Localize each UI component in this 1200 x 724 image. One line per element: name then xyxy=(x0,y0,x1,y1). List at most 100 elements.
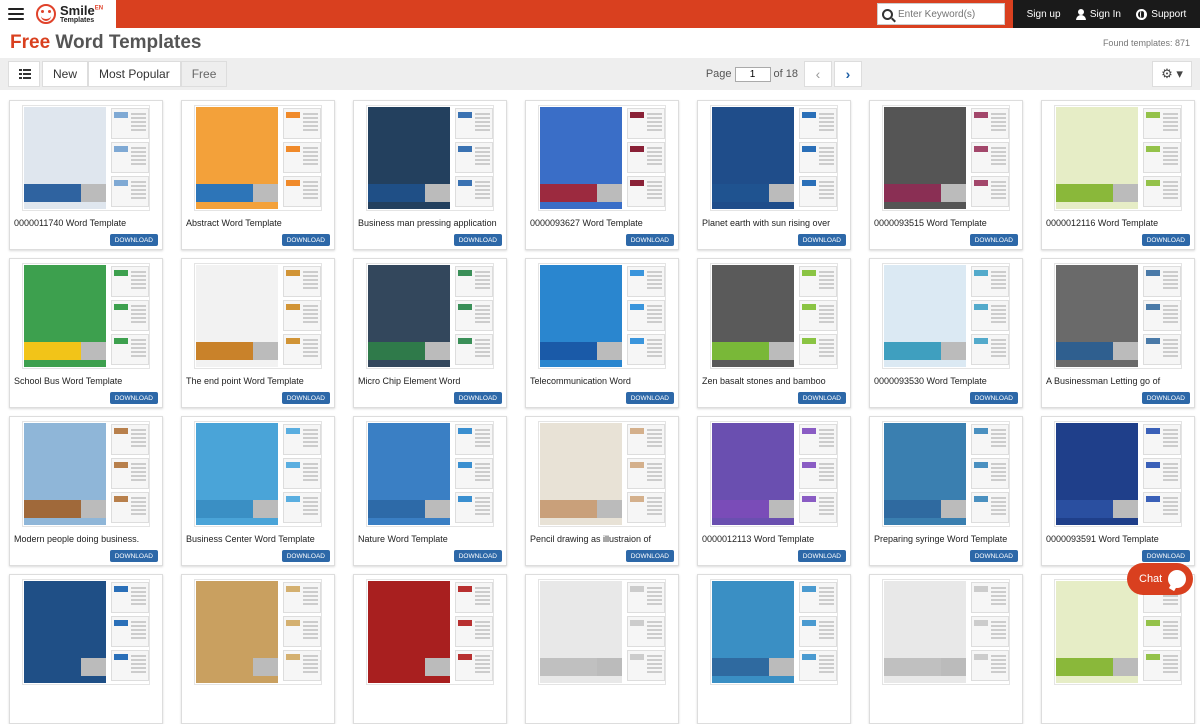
template-thumbnail[interactable] xyxy=(22,421,150,527)
template-thumbnail[interactable] xyxy=(538,263,666,369)
template-card[interactable]: Telecommunication Word DOWNLOAD xyxy=(525,258,679,408)
template-title[interactable]: Zen basalt stones and bamboo xyxy=(702,376,847,386)
template-card[interactable] xyxy=(697,574,851,724)
signup-link[interactable]: Sign up xyxy=(1027,9,1061,20)
grid-view-button[interactable] xyxy=(8,61,40,87)
template-card[interactable]: Planet earth with sun rising over DOWNLOA… xyxy=(697,100,851,250)
template-thumbnail[interactable] xyxy=(882,579,1010,685)
template-title[interactable]: A Businessman Letting go of xyxy=(1046,376,1191,386)
template-thumbnail[interactable] xyxy=(882,421,1010,527)
template-title[interactable]: Business man pressing application xyxy=(358,218,503,228)
template-title[interactable]: The end point Word Template xyxy=(186,376,331,386)
template-card[interactable]: Business Center Word Template DOWNLOAD xyxy=(181,416,335,566)
template-card[interactable]: 0000093627 Word Template DOWNLOAD xyxy=(525,100,679,250)
template-title[interactable]: Abstract Word Template xyxy=(186,218,331,228)
template-thumbnail[interactable] xyxy=(538,579,666,685)
template-card[interactable] xyxy=(1041,574,1195,724)
template-thumbnail[interactable] xyxy=(710,421,838,527)
template-card[interactable]: Abstract Word Template DOWNLOAD xyxy=(181,100,335,250)
template-thumbnail[interactable] xyxy=(710,263,838,369)
template-thumbnail[interactable] xyxy=(710,579,838,685)
download-button[interactable]: DOWNLOAD xyxy=(625,392,674,404)
tab-most-popular[interactable]: Most Popular xyxy=(88,61,181,87)
download-button[interactable]: DOWNLOAD xyxy=(797,234,846,246)
template-thumbnail[interactable] xyxy=(22,579,150,685)
template-card[interactable]: School Bus Word Template DOWNLOAD xyxy=(9,258,163,408)
support-link[interactable]: Support xyxy=(1136,8,1186,20)
template-thumbnail[interactable] xyxy=(1054,263,1182,369)
template-title[interactable]: Modern people doing business. xyxy=(14,534,159,544)
template-title[interactable]: 0000012116 Word Template xyxy=(1046,218,1191,228)
template-card[interactable]: Micro Chip Element Word DOWNLOAD xyxy=(353,258,507,408)
template-card[interactable]: A Businessman Letting go of DOWNLOAD xyxy=(1041,258,1195,408)
tab-free[interactable]: Free xyxy=(180,61,228,87)
template-card[interactable]: Zen basalt stones and bamboo DOWNLOAD xyxy=(697,258,851,408)
template-thumbnail[interactable] xyxy=(22,105,150,211)
template-card[interactable]: 0000093530 Word Template DOWNLOAD xyxy=(869,258,1023,408)
template-title[interactable]: 0000011740 Word Template xyxy=(14,218,159,228)
signin-link[interactable]: Sign In xyxy=(1075,8,1121,20)
template-card[interactable]: 0000093515 Word Template DOWNLOAD xyxy=(869,100,1023,250)
template-title[interactable]: 0000093627 Word Template xyxy=(530,218,675,228)
search-input[interactable] xyxy=(898,8,998,20)
template-card[interactable]: Modern people doing business. DOWNLOAD xyxy=(9,416,163,566)
download-button[interactable]: DOWNLOAD xyxy=(109,392,158,404)
template-thumbnail[interactable] xyxy=(882,105,1010,211)
chat-button[interactable]: Chat xyxy=(1127,563,1193,595)
template-title[interactable]: Telecommunication Word xyxy=(530,376,675,386)
template-title[interactable]: Planet earth with sun rising over xyxy=(702,218,847,228)
download-button[interactable]: DOWNLOAD xyxy=(453,392,502,404)
template-card[interactable]: 0000012116 Word Template DOWNLOAD xyxy=(1041,100,1195,250)
template-thumbnail[interactable] xyxy=(194,421,322,527)
download-button[interactable]: DOWNLOAD xyxy=(1141,392,1190,404)
template-card[interactable]: Preparing syringe Word Template DOWNLOAD xyxy=(869,416,1023,566)
download-button[interactable]: DOWNLOAD xyxy=(281,392,330,404)
template-thumbnail[interactable] xyxy=(366,579,494,685)
download-button[interactable]: DOWNLOAD xyxy=(969,392,1018,404)
prev-page-button[interactable]: ‹ xyxy=(804,61,832,87)
download-button[interactable]: DOWNLOAD xyxy=(1141,234,1190,246)
template-title[interactable]: Pencil drawing as illustraion of xyxy=(530,534,675,544)
download-button[interactable]: DOWNLOAD xyxy=(797,550,846,562)
template-card[interactable]: The end point Word Template DOWNLOAD xyxy=(181,258,335,408)
template-thumbnail[interactable] xyxy=(194,579,322,685)
template-thumbnail[interactable] xyxy=(366,421,494,527)
download-button[interactable]: DOWNLOAD xyxy=(453,234,502,246)
template-thumbnail[interactable] xyxy=(710,105,838,211)
template-title[interactable]: 0000093515 Word Template xyxy=(874,218,1019,228)
download-button[interactable]: DOWNLOAD xyxy=(109,550,158,562)
tab-new[interactable]: New xyxy=(42,61,89,87)
template-thumbnail[interactable] xyxy=(194,263,322,369)
template-title[interactable]: Nature Word Template xyxy=(358,534,503,544)
template-card[interactable] xyxy=(9,574,163,724)
template-thumbnail[interactable] xyxy=(366,263,494,369)
template-thumbnail[interactable] xyxy=(1054,105,1182,211)
download-button[interactable]: DOWNLOAD xyxy=(969,550,1018,562)
download-button[interactable]: DOWNLOAD xyxy=(797,392,846,404)
search-icon[interactable] xyxy=(882,8,893,20)
next-page-button[interactable]: › xyxy=(834,61,862,87)
site-logo[interactable]: SmileEN Templates xyxy=(36,0,103,28)
settings-gear-button[interactable]: ⚙ ▾ xyxy=(1152,61,1192,87)
template-thumbnail[interactable] xyxy=(194,105,322,211)
template-card[interactable] xyxy=(181,574,335,724)
download-button[interactable]: DOWNLOAD xyxy=(109,234,158,246)
template-thumbnail[interactable] xyxy=(538,105,666,211)
template-card[interactable]: Business man pressing application DOWNLOA… xyxy=(353,100,507,250)
search-box[interactable] xyxy=(877,3,1005,25)
template-title[interactable]: Micro Chip Element Word xyxy=(358,376,503,386)
template-thumbnail[interactable] xyxy=(366,105,494,211)
download-button[interactable]: DOWNLOAD xyxy=(969,234,1018,246)
template-card[interactable]: Nature Word Template DOWNLOAD xyxy=(353,416,507,566)
template-thumbnail[interactable] xyxy=(22,263,150,369)
download-button[interactable]: DOWNLOAD xyxy=(625,234,674,246)
template-card[interactable]: 0000011740 Word Template DOWNLOAD xyxy=(9,100,163,250)
template-thumbnail[interactable] xyxy=(1054,421,1182,527)
template-card[interactable] xyxy=(353,574,507,724)
template-card[interactable]: 0000012113 Word Template DOWNLOAD xyxy=(697,416,851,566)
template-thumbnail[interactable] xyxy=(882,263,1010,369)
template-thumbnail[interactable] xyxy=(538,421,666,527)
template-card[interactable] xyxy=(869,574,1023,724)
page-number-input[interactable] xyxy=(734,66,771,82)
template-title[interactable]: 0000093591 Word Template xyxy=(1046,534,1191,544)
